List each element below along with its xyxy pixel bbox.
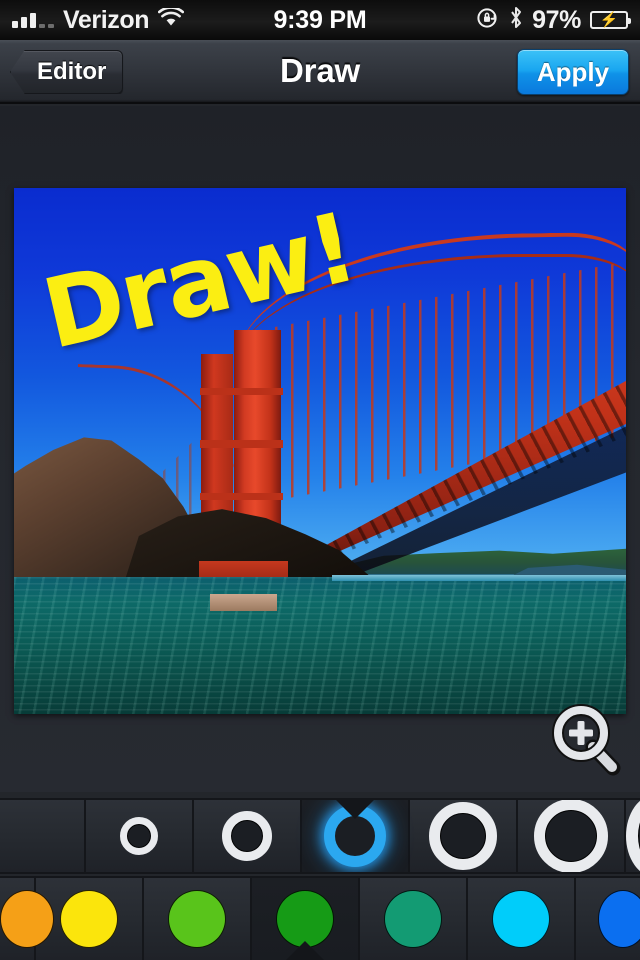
color-light-green-swatch [168, 890, 226, 948]
app-root: Verizon 9:39 PM 97% ⚡ Editor Draw Apply … [0, 0, 640, 960]
zoom-in-magnifier-icon[interactable] [548, 702, 622, 776]
color-cyan-cell[interactable] [468, 878, 576, 960]
color-orange-cell[interactable] [0, 878, 54, 960]
brush-size-6-ring [626, 800, 640, 872]
brush-size-2-cell[interactable] [194, 800, 302, 872]
color-blue-swatch [598, 890, 640, 948]
battery-charging-icon: ⚡ [590, 11, 631, 29]
wifi-icon [158, 6, 185, 32]
signal-bars-icon [12, 12, 54, 28]
color-yellow-swatch [60, 890, 118, 948]
brush-size-4-cell[interactable] [410, 800, 518, 872]
color-green-cell[interactable] [252, 878, 360, 960]
color-teal-swatch [384, 890, 442, 948]
brush-size-1-cell[interactable] [86, 800, 194, 872]
color-yellow-cell[interactable] [36, 878, 144, 960]
canvas-area[interactable]: Draw! [0, 106, 640, 792]
apply-button[interactable]: Apply [517, 49, 629, 95]
nav-bar: Editor Draw Apply [0, 40, 640, 104]
apply-button-label: Apply [536, 56, 610, 87]
status-bar: Verizon 9:39 PM 97% ⚡ [0, 0, 640, 40]
bridge-photo: Draw! [14, 188, 626, 714]
brush-size-picker[interactable] [0, 798, 640, 874]
brush-size-3-cell[interactable] [302, 800, 410, 872]
color-green-swatch [276, 890, 334, 948]
brush-size-2-ring [222, 811, 272, 861]
color-teal-cell[interactable] [360, 878, 468, 960]
brush-size-6-cell[interactable] [626, 800, 640, 872]
rotation-lock-icon [476, 6, 500, 35]
brush-size-5-cell[interactable] [518, 800, 626, 872]
battery-percent-label: 97% [532, 5, 581, 34]
brush-size-selected-indicator [335, 800, 375, 819]
brush-size-4-ring [429, 802, 497, 870]
color-cyan-swatch [492, 890, 550, 948]
carrier-label: Verizon [63, 5, 150, 34]
clock-label: 9:39 PM [273, 5, 367, 34]
brush-size-blank-cell[interactable] [0, 800, 86, 872]
status-bar-right: 97% ⚡ [476, 5, 631, 35]
bluetooth-icon [509, 6, 523, 34]
status-bar-left: Verizon [12, 5, 185, 34]
color-selected-indicator [285, 941, 325, 960]
color-picker[interactable] [0, 876, 640, 960]
photo-canvas[interactable]: Draw! [14, 188, 626, 714]
color-light-green-cell[interactable] [144, 878, 252, 960]
brush-size-1-ring [120, 817, 158, 855]
brush-size-5-ring [534, 800, 608, 872]
color-blue-cell[interactable] [576, 878, 640, 960]
